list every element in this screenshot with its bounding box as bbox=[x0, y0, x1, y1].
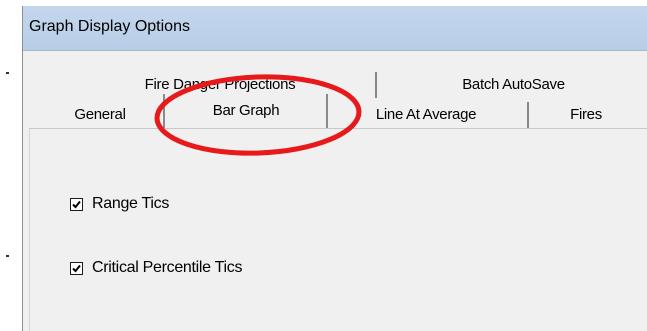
tab-separator bbox=[163, 94, 165, 128]
tab-label: Batch AutoSave bbox=[462, 76, 565, 93]
checkmark-icon bbox=[72, 264, 81, 272]
range-tics-label: Range Tics bbox=[92, 195, 170, 212]
tab-label: General bbox=[74, 106, 126, 123]
tab-label: Line At Average bbox=[375, 106, 477, 123]
checkmark-icon bbox=[72, 200, 81, 208]
window-title: Graph Display Options bbox=[29, 18, 190, 35]
tab-label: Bar Graph bbox=[212, 102, 280, 119]
critical-percentile-tics-option[interactable]: Critical Percentile Tics bbox=[70, 259, 242, 277]
tab-label: Fire Danger Projections bbox=[144, 76, 296, 93]
tab-label: Fires bbox=[570, 106, 602, 123]
title-bar[interactable]: Graph Display Options bbox=[23, 6, 647, 51]
tab-separator bbox=[326, 94, 328, 128]
window-edge-tick bbox=[6, 72, 9, 74]
tab-line-at-average[interactable]: Line At Average bbox=[331, 102, 521, 128]
range-tics-checkbox[interactable] bbox=[70, 197, 83, 211]
tab-separator bbox=[375, 72, 377, 98]
tab-fires[interactable]: Fires bbox=[531, 102, 641, 128]
critical-percentile-tics-label: Critical Percentile Tics bbox=[92, 259, 243, 276]
bar-graph-tab-panel: Range Tics Critical Percentile Tics bbox=[29, 128, 647, 331]
range-tics-option[interactable]: Range Tics bbox=[70, 195, 169, 213]
tab-bar-graph[interactable]: Bar Graph bbox=[166, 94, 326, 128]
tab-general[interactable]: General bbox=[45, 102, 155, 128]
tab-batch-autosave[interactable]: Batch AutoSave bbox=[379, 72, 647, 98]
critical-percentile-tics-checkbox[interactable] bbox=[70, 261, 83, 275]
window-edge-tick bbox=[6, 255, 9, 257]
graph-display-options-dialog: Graph Display Options Fire Danger Projec… bbox=[22, 6, 647, 331]
background-window-edge bbox=[0, 0, 22, 331]
tab-separator bbox=[527, 102, 529, 128]
